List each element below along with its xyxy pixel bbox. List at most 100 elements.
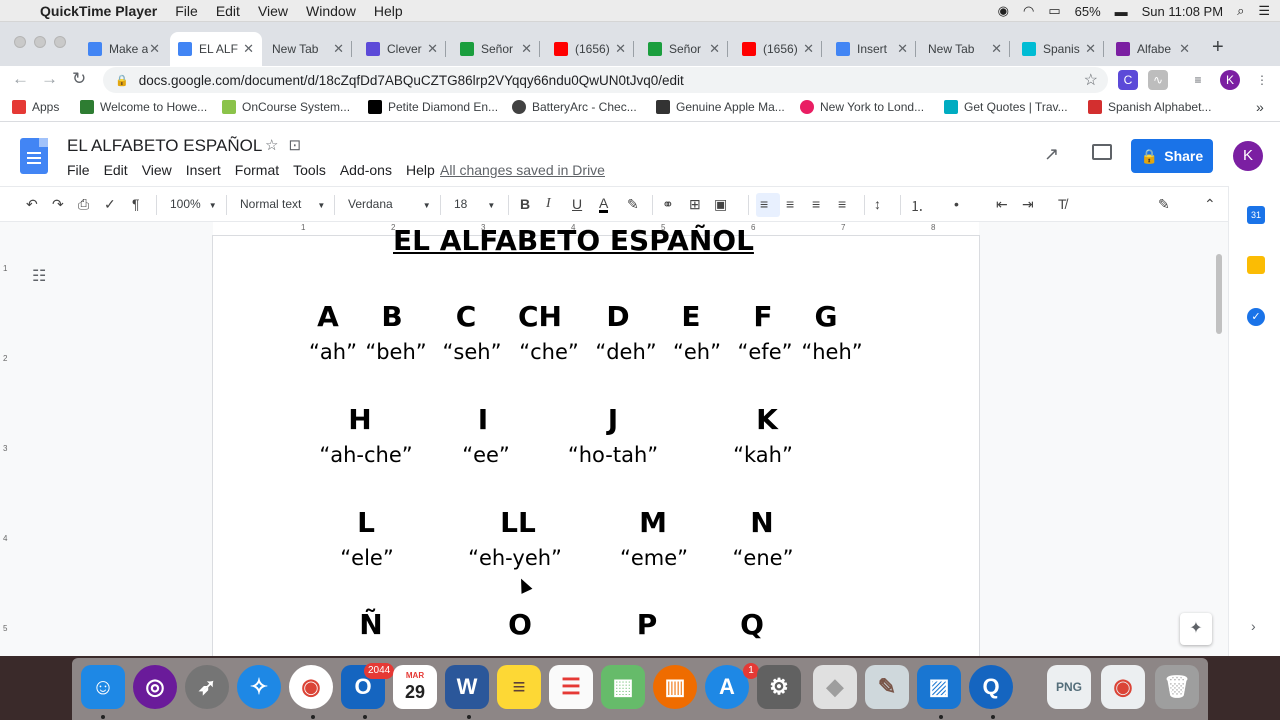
close-tab-icon[interactable]: ✕ xyxy=(149,41,160,57)
photos-booth-icon[interactable]: ▦ xyxy=(601,665,645,709)
close-tab-icon[interactable]: ✕ xyxy=(615,41,626,57)
menu-help[interactable]: Help xyxy=(374,3,403,19)
menu-window[interactable]: Window xyxy=(306,3,356,19)
font-select[interactable]: Verdana ▼ xyxy=(348,197,431,211)
pages-icon[interactable]: ✎ xyxy=(865,665,909,709)
bookmark-star-icon[interactable]: ☆ xyxy=(1084,70,1098,90)
add-comment-icon[interactable]: ⊞ xyxy=(689,196,701,213)
italic-icon[interactable]: I xyxy=(546,196,551,212)
document-outline-icon[interactable]: ☷ xyxy=(32,266,46,286)
menu-file[interactable]: File xyxy=(175,3,198,19)
underline-icon[interactable]: U xyxy=(572,196,582,212)
chrome-icon[interactable]: ◉ xyxy=(289,665,333,709)
vertical-ruler[interactable]: 1 2 3 4 5 xyxy=(0,236,12,656)
close-tab-icon[interactable]: ✕ xyxy=(803,41,814,57)
tab-senor[interactable]: Señor ✕ xyxy=(452,32,540,66)
explore-icon[interactable]: ✦ xyxy=(1180,613,1212,645)
highlight-icon[interactable]: ✎ xyxy=(627,196,639,213)
reload-icon[interactable]: ↻ xyxy=(72,69,86,89)
zoom-select[interactable]: 100% ▼ xyxy=(170,197,217,211)
collapse-menus-icon[interactable]: ⌃ xyxy=(1204,196,1216,213)
text-color-icon[interactable]: A xyxy=(599,196,609,213)
align-center-icon[interactable]: ≡ xyxy=(786,196,794,212)
docs-menu-addons[interactable]: Add-ons xyxy=(340,162,392,178)
media-icon[interactable]: ≡ xyxy=(1188,70,1208,90)
safari-icon[interactable]: ✧ xyxy=(237,665,281,709)
font-size-select[interactable]: 18 ▼ xyxy=(454,197,495,211)
print-icon[interactable]: ⎙ xyxy=(78,196,89,213)
increase-indent-icon[interactable]: ⇥ xyxy=(1022,196,1034,213)
tab-alfabeto[interactable]: Alfabe ✕ xyxy=(1108,32,1198,66)
docs-menu-edit[interactable]: Edit xyxy=(104,162,128,178)
bookmark-welcome[interactable]: Welcome to Howe... xyxy=(80,100,207,114)
close-tab-icon[interactable]: ✕ xyxy=(1179,41,1190,57)
bookmark-apps[interactable]: Apps xyxy=(12,100,59,114)
style-select[interactable]: Normal text ▼ xyxy=(240,197,325,211)
battery-icon[interactable]: ▬ xyxy=(1115,4,1128,19)
minimize-window-button[interactable] xyxy=(34,36,46,48)
tab-new-tab-2[interactable]: New Tab ✕ xyxy=(920,32,1010,66)
clock[interactable]: Sun 11:08 PM xyxy=(1142,4,1223,19)
close-tab-icon[interactable]: ✕ xyxy=(243,41,254,57)
line-spacing-icon[interactable]: ↕ xyxy=(874,196,881,212)
keep-icon[interactable] xyxy=(1247,256,1265,274)
close-tab-icon[interactable]: ✕ xyxy=(333,41,344,57)
close-tab-icon[interactable]: ✕ xyxy=(709,41,720,57)
justify-icon[interactable]: ≡ xyxy=(838,196,846,212)
numbered-list-icon[interactable]: ⒈ xyxy=(910,196,924,216)
bookmark-petite[interactable]: Petite Diamond En... xyxy=(368,100,498,114)
star-icon[interactable]: ☆ xyxy=(265,136,278,154)
tab-new-tab[interactable]: New Tab ✕ xyxy=(264,32,352,66)
more-bookmarks-icon[interactable]: » xyxy=(1256,99,1264,115)
calendar-icon[interactable]: 31 xyxy=(1247,206,1265,224)
align-right-icon[interactable]: ≡ xyxy=(812,196,820,212)
menu-view[interactable]: View xyxy=(258,3,288,19)
bookmark-spanish[interactable]: Spanish Alphabet... xyxy=(1088,100,1211,114)
wifi-icon[interactable]: ◠ xyxy=(1023,3,1034,19)
close-tab-icon[interactable]: ✕ xyxy=(427,41,438,57)
tab-youtube-2[interactable]: (1656) ✕ xyxy=(734,32,822,66)
clever-extension-icon[interactable]: C xyxy=(1118,70,1138,90)
notes-icon[interactable]: ≡ xyxy=(497,665,541,709)
move-folder-icon[interactable]: ⊡ xyxy=(288,136,301,154)
record-icon[interactable]: ◉ xyxy=(998,3,1009,19)
forward-icon[interactable]: → xyxy=(41,69,58,89)
chrome-menu-icon[interactable]: ⋮ xyxy=(1252,70,1272,90)
close-tab-icon[interactable]: ✕ xyxy=(521,41,532,57)
comments-icon[interactable] xyxy=(1092,144,1112,160)
reminders-icon[interactable]: ☰ xyxy=(549,665,593,709)
expand-panel-icon[interactable]: › xyxy=(1251,618,1256,634)
paint-format-icon[interactable]: ¶ xyxy=(132,196,140,212)
tasks-icon[interactable]: ✓ xyxy=(1247,308,1265,326)
maximize-window-button[interactable] xyxy=(54,36,66,48)
new-tab-button[interactable]: + xyxy=(1212,36,1224,59)
account-avatar[interactable]: K xyxy=(1233,141,1263,171)
vertical-scrollbar[interactable] xyxy=(1216,254,1222,334)
chrome-stack-icon[interactable]: ◉ xyxy=(1101,665,1145,709)
undo-icon[interactable]: ↶ xyxy=(26,196,38,213)
launchpad-icon[interactable]: ➶ xyxy=(185,665,229,709)
quicktime-icon[interactable]: Q xyxy=(969,665,1013,709)
app-name[interactable]: QuickTime Player xyxy=(40,3,157,19)
tab-senor-2[interactable]: Señor ✕ xyxy=(640,32,728,66)
siri-icon[interactable]: ◎ xyxy=(133,665,177,709)
back-icon[interactable]: ← xyxy=(12,69,29,89)
link-icon[interactable]: ⚭ xyxy=(662,196,674,213)
tab-spanish[interactable]: Spanis ✕ xyxy=(1014,32,1104,66)
spellcheck-icon[interactable]: ✓ xyxy=(104,196,116,213)
url-text[interactable]: docs.google.com/document/d/18cZqfDd7ABQu… xyxy=(139,73,684,88)
close-tab-icon[interactable]: ✕ xyxy=(897,41,908,57)
document-title[interactable]: EL ALFABETO ESPAÑOL xyxy=(67,136,262,156)
editing-mode-icon[interactable]: ✎ xyxy=(1158,196,1170,213)
align-left-icon[interactable]: ≡ xyxy=(760,196,768,212)
bookmark-quotes[interactable]: Get Quotes | Trav... xyxy=(944,100,1068,114)
close-tab-icon[interactable]: ✕ xyxy=(1085,41,1096,57)
close-window-button[interactable] xyxy=(14,36,26,48)
bookmark-apple[interactable]: Genuine Apple Ma... xyxy=(656,100,785,114)
preview-icon[interactable]: ▨ xyxy=(917,665,961,709)
redo-icon[interactable]: ↷ xyxy=(52,196,64,213)
docs-menu-view[interactable]: View xyxy=(142,162,172,178)
battery-percent[interactable]: 65% xyxy=(1075,4,1101,19)
docs-menu-format[interactable]: Format xyxy=(235,162,279,178)
word-icon[interactable]: W xyxy=(445,665,489,709)
